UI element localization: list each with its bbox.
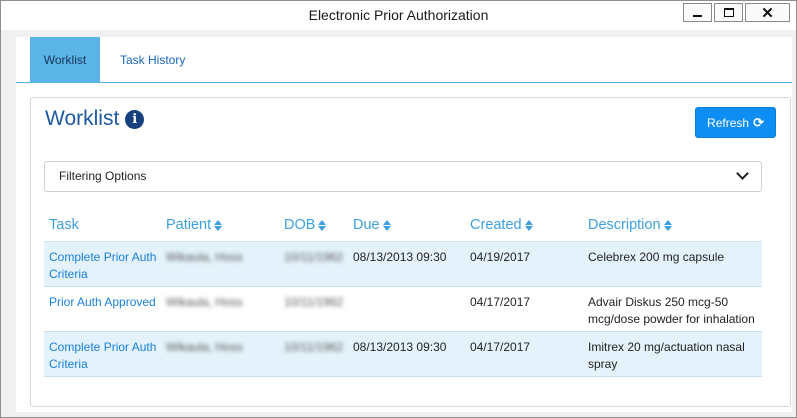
maximize-button[interactable] xyxy=(714,3,743,22)
window-title: Electronic Prior Authorization xyxy=(308,7,489,23)
table-header: Task Patient DOB Due Created Description xyxy=(44,211,762,242)
patient-name: Wikaula, Hoss xyxy=(166,340,243,354)
maximize-icon xyxy=(723,8,734,17)
task-link[interactable]: Complete Prior Auth Criteria xyxy=(49,339,167,373)
description: Advair Diskus 250 mcg-50 mcg/dose powder… xyxy=(588,295,755,326)
patient-dob: 10/11/1962 xyxy=(284,250,344,264)
column-label: Description xyxy=(588,217,661,233)
panel-heading: Worklist i xyxy=(45,107,145,131)
column-header-due[interactable]: Due xyxy=(353,217,391,233)
refresh-button[interactable]: Refresh ⟳ xyxy=(695,107,776,138)
app-window: Electronic Prior Authorization ✕ Worklis… xyxy=(0,0,797,418)
close-icon: ✕ xyxy=(761,4,774,22)
task-link[interactable]: Prior Auth Approved xyxy=(49,294,174,311)
created-date: 04/17/2017 xyxy=(470,295,531,309)
page-title: Worklist xyxy=(45,107,120,130)
patient-dob: 10/11/1962 xyxy=(284,295,344,309)
task-link[interactable]: Complete Prior Auth Criteria xyxy=(49,249,167,283)
minimize-icon xyxy=(693,15,702,17)
sort-icon[interactable] xyxy=(318,219,327,231)
filtering-options-dropdown[interactable]: Filtering Options xyxy=(44,161,762,192)
chevron-down-icon[interactable] xyxy=(736,167,749,180)
sort-icon[interactable] xyxy=(524,219,533,231)
column-label: Task xyxy=(49,217,79,233)
main-content: Worklist Task History Worklist i Refresh… xyxy=(16,37,792,412)
patient-dob: 10/11/1962 xyxy=(284,340,344,354)
table-row[interactable]: Complete Prior Auth Criteria Wikaula, Ho… xyxy=(44,242,762,287)
worklist-table: Task Patient DOB Due Created Description… xyxy=(44,211,762,377)
column-header-dob[interactable]: DOB xyxy=(284,217,327,233)
table-row[interactable]: Complete Prior Auth Criteria Wikaula, Ho… xyxy=(44,332,762,377)
column-label: DOB xyxy=(284,217,316,233)
column-header-patient[interactable]: Patient xyxy=(166,217,223,233)
tab-bar: Worklist Task History xyxy=(16,37,792,83)
minimize-button[interactable] xyxy=(683,3,712,22)
refresh-icon: ⟳ xyxy=(753,114,764,130)
worklist-panel: Worklist i Refresh ⟳ Filtering Options T… xyxy=(30,97,791,407)
table-row[interactable]: Prior Auth Approved Wikaula, Hoss 10/11/… xyxy=(44,287,762,332)
patient-name: Wikaula, Hoss xyxy=(166,295,243,309)
sort-icon[interactable] xyxy=(382,219,391,231)
window-controls: ✕ xyxy=(681,3,790,22)
due-date: 08/13/2013 09:30 xyxy=(353,250,447,264)
description: Imitrex 20 mg/actuation nasal spray xyxy=(588,340,745,371)
tab-worklist[interactable]: Worklist xyxy=(30,37,100,83)
column-label: Created xyxy=(470,217,522,233)
column-label: Due xyxy=(353,217,380,233)
column-header-created[interactable]: Created xyxy=(470,217,533,233)
refresh-label: Refresh xyxy=(707,115,750,130)
column-label: Patient xyxy=(166,217,212,233)
description: Celebrex 200 mg capsule xyxy=(588,250,725,264)
due-date: 08/13/2013 09:30 xyxy=(353,340,447,354)
created-date: 04/19/2017 xyxy=(470,250,531,264)
sort-icon[interactable] xyxy=(214,219,223,231)
filtering-options-label: Filtering Options xyxy=(59,169,147,183)
close-button[interactable]: ✕ xyxy=(745,3,790,22)
created-date: 04/17/2017 xyxy=(470,340,531,354)
column-header-task: Task xyxy=(49,217,79,233)
info-icon[interactable]: i xyxy=(125,109,145,129)
column-header-description[interactable]: Description xyxy=(588,217,760,233)
patient-name: Wikaula, Hoss xyxy=(166,250,243,264)
sort-icon[interactable] xyxy=(663,219,672,231)
tab-task-history[interactable]: Task History xyxy=(106,37,199,83)
title-bar[interactable]: Electronic Prior Authorization ✕ xyxy=(1,1,796,30)
